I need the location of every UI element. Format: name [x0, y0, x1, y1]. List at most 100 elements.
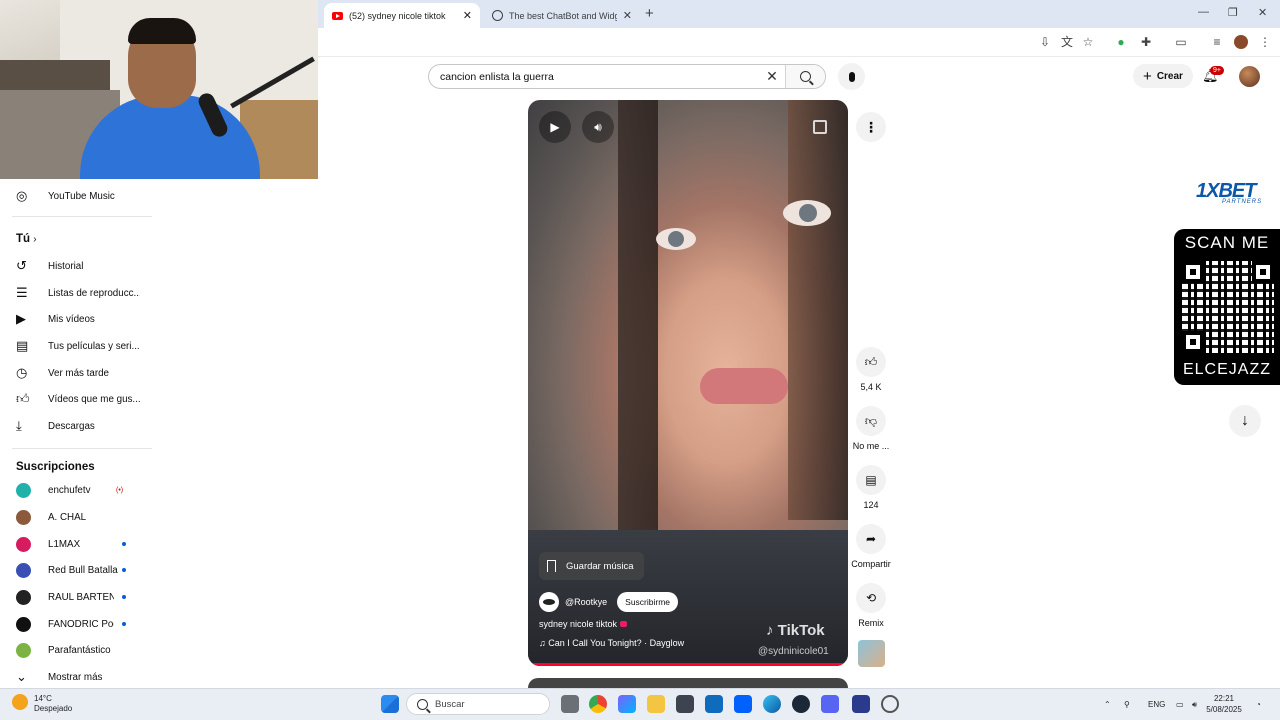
bookmark-star-icon[interactable]: ☆ [1081, 35, 1095, 49]
app-icon[interactable] [852, 695, 870, 713]
tiktok-watermark: ♪ TikTok [766, 622, 825, 639]
windows-start-icon[interactable] [381, 695, 399, 713]
tab-title: The best ChatBot and Widgets [509, 10, 617, 21]
next-short-button[interactable]: ↓ [1229, 405, 1261, 437]
next-short-preview[interactable] [528, 678, 848, 688]
notification-center-icon[interactable]: ◔ [1256, 700, 1261, 709]
taskbar-search[interactable]: Buscar [406, 693, 550, 715]
voice-search-button[interactable] [838, 63, 865, 90]
subscription-item[interactable]: FANODRIC Podc... [0, 611, 155, 637]
plus-icon: + [1143, 67, 1152, 85]
save-music-button[interactable]: Guardar música [539, 552, 644, 580]
minimize-icon[interactable]: — [1198, 6, 1209, 18]
subscriptions-header[interactable]: Suscripciones [16, 461, 95, 473]
sidebar-item-watch-later[interactable]: ◷ Ver más tarde [0, 360, 155, 386]
new-content-dot [122, 595, 126, 599]
app-icon[interactable] [881, 695, 899, 713]
subscription-item[interactable]: L1MAX [0, 531, 155, 557]
search-bar[interactable]: cancion enlista la guerra ✕ [428, 64, 826, 89]
extensions-icon[interactable]: ✚ [1139, 35, 1153, 49]
sidebar-item-liked[interactable]: 👍︎ Vídeos que me gus... [0, 386, 155, 412]
create-button[interactable]: + Crear [1133, 64, 1193, 88]
chrome-icon[interactable] [589, 695, 607, 713]
remix-button[interactable]: ⟲ Remix [848, 583, 894, 628]
search-button[interactable] [785, 65, 825, 88]
extension-green-icon[interactable]: ● [1114, 35, 1128, 49]
volume-icon[interactable]: 🔊︎ [582, 111, 614, 143]
tiktok-username: @sydninicole01 [758, 646, 829, 657]
tray-chevron-icon[interactable]: ⌃ [1104, 700, 1111, 709]
channel-avatar[interactable] [539, 592, 559, 612]
new-content-dot [122, 568, 126, 572]
sidebar-you-header[interactable]: Tú › [16, 233, 37, 245]
display-icon[interactable]: ▭ [1176, 700, 1184, 709]
close-tab-icon[interactable]: ✕ [463, 9, 472, 22]
network-icon[interactable]: ⚲ [1124, 700, 1130, 709]
reading-list-icon[interactable]: ≡ [1210, 35, 1224, 49]
search-icon [417, 698, 428, 710]
subscription-item[interactable]: A. CHAL [0, 504, 155, 530]
live-indicator: (•) [116, 486, 124, 494]
sidebar-item-movies[interactable]: ▤ Tus películas y seri... [0, 333, 155, 359]
volume-tray-icon[interactable]: 🔊︎ [1192, 700, 1197, 710]
scan-label: SCAN ME [1184, 233, 1270, 252]
dropbox-icon[interactable] [734, 695, 752, 713]
system-clock[interactable]: 22:21 5/08/2025 [1200, 693, 1248, 715]
install-icon[interactable]: ⇩ [1038, 35, 1052, 49]
thumb-up-icon: 👍︎ [856, 347, 886, 377]
subscription-item[interactable]: RAUL BARTENDER [0, 584, 155, 610]
heart-emoji [620, 621, 628, 627]
clear-search-icon[interactable]: ✕ [759, 68, 785, 85]
new-tab-button[interactable]: + [645, 5, 654, 22]
task-view-icon[interactable] [561, 695, 579, 713]
tab-youtube[interactable]: (52) sydney nicole tiktok ✕ [324, 3, 480, 28]
file-explorer-icon[interactable] [647, 695, 665, 713]
like-button[interactable]: 👍︎ 5,4 K [848, 347, 894, 392]
weather-icon [12, 694, 28, 710]
progress-bar[interactable] [528, 663, 848, 666]
outlook-icon[interactable] [705, 695, 723, 713]
comments-button[interactable]: ▤ 124 [848, 465, 894, 510]
subscription-item[interactable]: Parafantástico [0, 637, 155, 663]
music-link[interactable]: ♫ Can I Call You Tonight? · Dayglow [539, 638, 684, 648]
notifications-button[interactable]: 🔔︎ 9+ [1202, 66, 1224, 83]
short-title[interactable]: sydney nicole tiktok [539, 619, 628, 629]
restore-icon[interactable]: ❐ [1228, 6, 1238, 19]
account-avatar[interactable] [1239, 66, 1260, 87]
sidebar-item-history[interactable]: ↺ Historial [0, 253, 155, 279]
tab-chatbot[interactable]: The best ChatBot and Widgets ✕ [484, 3, 640, 28]
show-more-button[interactable]: ⌄ Mostrar más [0, 664, 155, 690]
more-options-button[interactable]: ⋮ [856, 112, 886, 142]
edge-icon[interactable] [763, 695, 781, 713]
chevron-down-icon: ⌄ [16, 669, 27, 684]
play-icon[interactable]: ▶ [539, 111, 571, 143]
fullscreen-icon[interactable] [813, 120, 827, 134]
subscription-item[interactable]: enchufetv (•) [0, 477, 155, 503]
sidebar-item-youtube-music[interactable]: ◎ YouTube Music [0, 183, 155, 209]
language-indicator[interactable]: ENG [1148, 700, 1165, 709]
close-tab-icon[interactable]: ✕ [623, 9, 632, 22]
shorts-player[interactable]: ▶ 🔊︎ Guardar música @Rootkye Suscribirme… [528, 100, 848, 666]
channel-name[interactable]: @Rootkye [565, 597, 607, 607]
close-window-icon[interactable]: ✕ [1258, 6, 1267, 19]
sound-thumbnail[interactable] [858, 640, 885, 667]
comment-icon: ▤ [856, 465, 886, 495]
copilot-icon[interactable] [618, 695, 636, 713]
film-icon: ▤ [16, 338, 29, 353]
translate-icon[interactable]: 文 [1060, 35, 1074, 49]
sidebar-item-downloads[interactable]: ⤓ Descargas [0, 413, 155, 439]
subscription-item[interactable]: Red Bull Batalla [0, 557, 155, 583]
store-icon[interactable] [676, 695, 694, 713]
steam-icon[interactable] [792, 695, 810, 713]
menu-kebab-icon[interactable]: ⋮ [1258, 35, 1272, 49]
dislike-button[interactable]: 👎︎ No me ... [848, 406, 894, 451]
subscribe-button[interactable]: Suscribirme [617, 592, 679, 612]
share-button[interactable]: ➦ Compartir [848, 524, 894, 569]
sidebar-item-playlists[interactable]: ☰ Listas de reproducc... [0, 280, 155, 306]
media-icon[interactable]: ▭ [1174, 35, 1188, 49]
profile-avatar[interactable] [1234, 35, 1248, 49]
weather-widget[interactable]: 14°C Despejado [12, 694, 72, 714]
discord-icon[interactable] [821, 695, 839, 713]
search-input[interactable]: cancion enlista la guerra [429, 71, 759, 83]
sidebar-item-my-videos[interactable]: ▶ Mis vídeos [0, 306, 155, 332]
